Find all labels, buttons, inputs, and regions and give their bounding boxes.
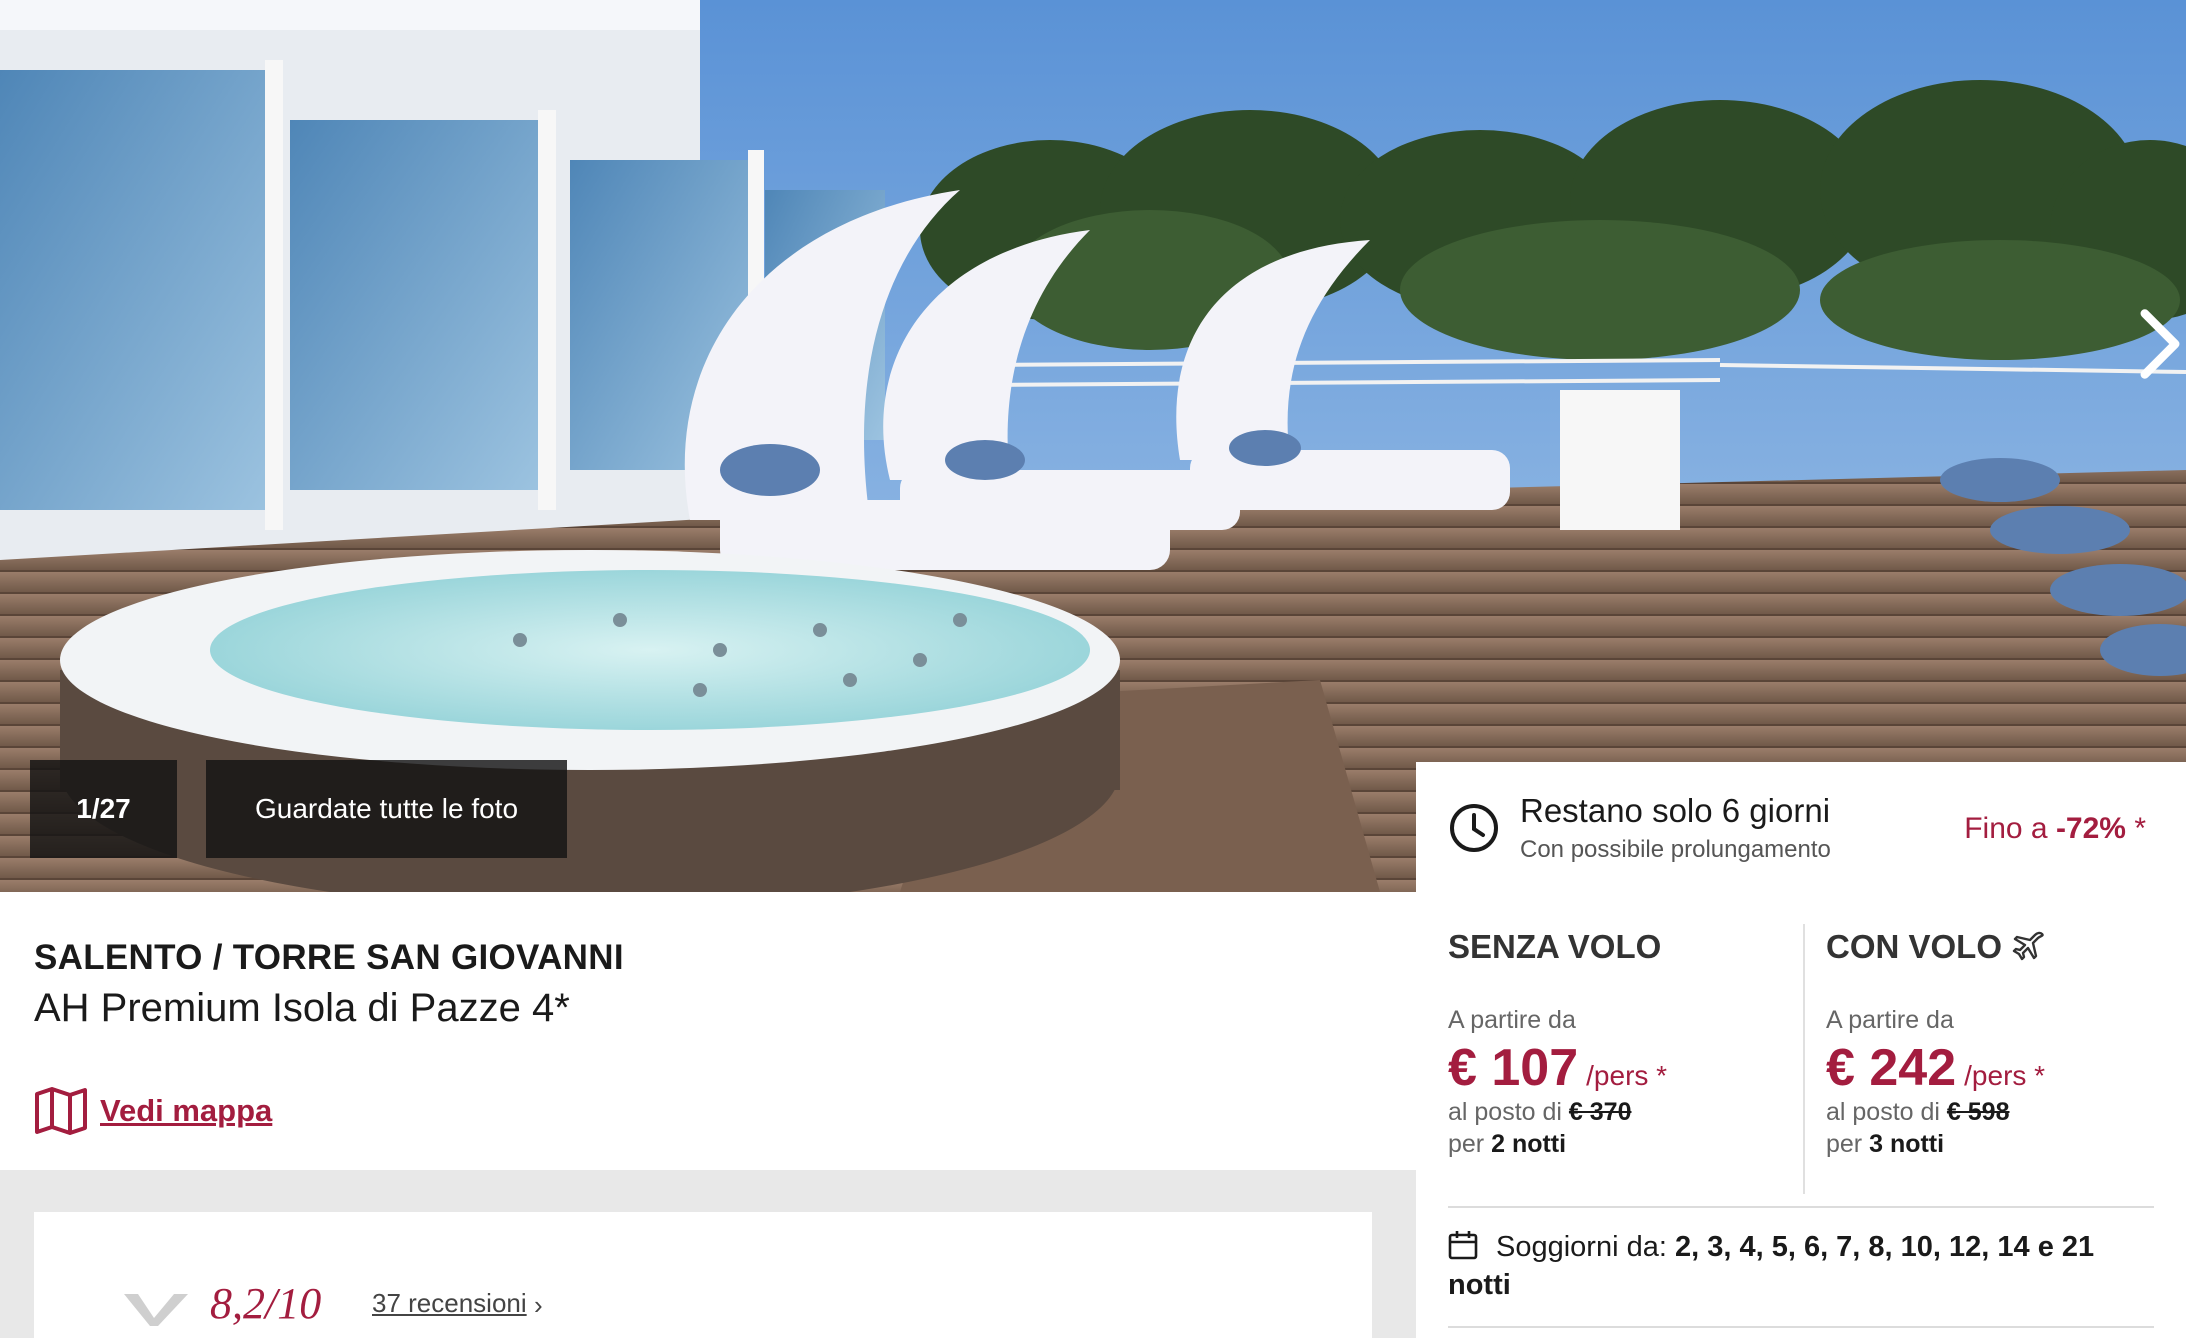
stays-label: Soggiorni da:: [1496, 1231, 1675, 1263]
airplane-icon: [2012, 931, 2044, 961]
nights: 2 notti: [1491, 1130, 1567, 1158]
section-divider: [1448, 1326, 2154, 1328]
section-divider: [1448, 1206, 2154, 1208]
nights-line: per 2 notti: [1448, 1130, 1566, 1159]
hotel-info: SALENTO / TORRE SAN GIOVANNI AH Premium …: [0, 892, 1416, 1170]
old-price-line: al posto di € 598: [1826, 1098, 2009, 1127]
price-unit: /pers *: [1586, 1060, 1668, 1091]
countdown-title: Restano solo 6 giorni: [1520, 792, 1831, 829]
calendar-icon: [1448, 1231, 1478, 1260]
discount-suffix: *: [2125, 812, 2146, 845]
discount-value: -72%: [2055, 812, 2126, 845]
view-all-photos-button[interactable]: Guardate tutte le foto: [206, 760, 567, 858]
max-discount: Fino a -72% *: [1964, 812, 2146, 846]
reviews-card: 8,2/10 37 recensioni ›: [34, 1212, 1372, 1338]
price: € 107/pers *: [1448, 1038, 1667, 1098]
price-unit: /pers *: [1964, 1060, 2046, 1091]
map-link-label[interactable]: Vedi mappa: [100, 1093, 272, 1129]
map-link[interactable]: Vedi mappa: [34, 1086, 272, 1136]
per-label: per: [1826, 1130, 1870, 1158]
reviews-count-link[interactable]: 37 recensioni: [372, 1288, 527, 1319]
offer-title-row: CON VOLO: [1826, 928, 2046, 966]
map-icon: [35, 1087, 87, 1135]
instead-label: al posto di: [1448, 1098, 1569, 1126]
price-panel: SENZA VOLO A partire da € 107/pers * al …: [1416, 892, 2186, 1338]
offer-title: CON VOLO: [1826, 928, 2003, 965]
price-value: € 107: [1448, 1039, 1579, 1097]
countdown-subtitle: Con possibile prolungamento: [1520, 836, 1831, 863]
next-photo-button[interactable]: [2138, 309, 2182, 379]
chevron-right-icon: [2140, 309, 2180, 379]
price-value: € 242: [1826, 1039, 1957, 1097]
photo-counter: 1/27: [30, 760, 177, 858]
reviews-logo-icon: [124, 1294, 188, 1326]
offers-divider: [1803, 924, 1805, 1194]
from-label: A partire da: [1448, 1006, 1576, 1034]
price: € 242/pers *: [1826, 1038, 2045, 1098]
hotel-pool-image: [0, 0, 2186, 892]
clock-icon: [1450, 804, 1498, 852]
from-label: A partire da: [1826, 1006, 1954, 1034]
nights: 3 notti: [1869, 1130, 1945, 1158]
review-score: 8,2/10: [210, 1279, 322, 1328]
destination: SALENTO / TORRE SAN GIOVANNI: [34, 938, 624, 977]
hotel-name: AH Premium Isola di Pazze 4*: [34, 986, 570, 1030]
discount-prefix: Fino a: [1964, 812, 2056, 845]
old-price: € 598: [1946, 1098, 2010, 1126]
per-label: per: [1448, 1130, 1492, 1158]
old-price-line: al posto di € 370: [1448, 1098, 1631, 1127]
hero-photo[interactable]: [0, 0, 2186, 892]
instead-label: al posto di: [1826, 1098, 1947, 1126]
chevron-right-icon[interactable]: ›: [534, 1290, 543, 1321]
stay-durations: Soggiorni da: 2, 3, 4, 5, 6, 7, 8, 10, 1…: [1448, 1228, 2158, 1304]
nights-line: per 3 notti: [1826, 1130, 1944, 1159]
old-price: € 370: [1568, 1098, 1632, 1126]
offer-countdown: Restano solo 6 giorni Con possibile prol…: [1416, 762, 2186, 892]
offer-title: SENZA VOLO: [1448, 928, 1662, 965]
